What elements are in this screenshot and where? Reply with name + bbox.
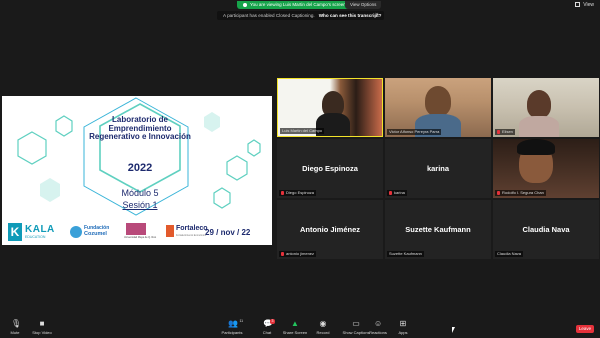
sharing-notice: You are viewing Luis Martin del Campo's …: [250, 2, 346, 7]
video-tile[interactable]: Suzette Kaufmann Suzette Kaufmann: [385, 200, 491, 259]
castle-icon: [126, 223, 146, 235]
closed-caption-banner: A participant has enabled Closed Caption…: [217, 11, 384, 20]
participant-name: Claudia Nava: [495, 251, 524, 257]
video-tile[interactable]: karina karina: [385, 139, 491, 198]
muted-mic-icon: [281, 251, 284, 256]
kala-name: KALA: [25, 224, 55, 235]
video-tile[interactable]: Claudia Nava Claudia Nava: [493, 200, 599, 259]
university-caption: Universidad Maya de Q. Roo: [124, 236, 157, 239]
participant-name: Rodolfo I. Segura Chan: [502, 190, 544, 195]
participant-name: Elisen: [502, 129, 513, 134]
slide-title: Laboratorio de Emprendimiento Regenerati…: [80, 115, 200, 142]
camera-icon: ■: [39, 319, 45, 328]
participant-name: Victor Alfonso Pereyra Parra: [387, 129, 442, 135]
zoom-meeting-window: You are viewing Luis Martin del Campo's …: [0, 0, 600, 338]
cc-message: A participant has enabled Closed Caption…: [223, 13, 315, 18]
leave-button[interactable]: Leave: [576, 325, 594, 333]
video-tile[interactable]: Luis Martin del Campo: [277, 78, 383, 137]
microphone-icon: 🎙: [11, 319, 22, 328]
slide-module: Módulo 5: [121, 188, 159, 198]
participant-name-label: Rodolfo I. Segura Chan: [495, 190, 546, 196]
participant-video: [425, 86, 451, 116]
participants-button[interactable]: 👥 Participants 11: [212, 319, 252, 335]
sharing-dot-icon: [243, 2, 247, 7]
close-icon[interactable]: ✕: [375, 11, 379, 20]
view-button[interactable]: View: [575, 2, 594, 8]
participant-name: karina: [394, 190, 405, 195]
cc-link[interactable]: Who can see this transcript?: [319, 13, 382, 18]
apps-icon: ⊞: [399, 319, 407, 328]
participant-video: [527, 90, 551, 118]
people-icon: 👥: [228, 319, 238, 328]
kala-education-logo: K KALA EDUCATION: [8, 223, 60, 243]
participant-hair: [517, 139, 555, 155]
record-icon: ◉: [319, 319, 327, 328]
video-tile[interactable]: Rodolfo I. Segura Chan: [493, 139, 599, 198]
muted-mic-icon: [497, 190, 500, 195]
video-tile[interactable]: Antonio Jiménez antonio jimenez: [277, 200, 383, 259]
record-label: Record: [316, 330, 330, 335]
video-tile[interactable]: Diego Espinoza Diego Espinoza: [277, 139, 383, 198]
apps-label: Apps: [398, 330, 408, 335]
fortaleco-mark-icon: [166, 225, 174, 237]
fortaleco-sub: Fortalecimiento Económico: [176, 234, 207, 237]
participant-body: [519, 116, 559, 137]
mute-label: Mute: [10, 330, 20, 335]
stop-video-label: Stop Video: [32, 330, 52, 335]
participant-name-label: karina: [387, 190, 407, 196]
fundacion-line2: Cozumel: [84, 231, 107, 237]
fundacion-cozumel-logo: Fundación Cozumel: [70, 224, 118, 240]
slide-year: 2022: [127, 162, 153, 174]
stop-video-button[interactable]: ■ Stop Video: [22, 319, 62, 336]
participant-name: Suzette Kaufmann: [387, 251, 424, 257]
meeting-toolbar: 🎙 Mute ■ Stop Video 👥 Participants 11 💬 Chat…: [0, 318, 600, 338]
view-label: View: [583, 2, 594, 8]
participant-name-label: Diego Espinoza: [279, 190, 317, 196]
participants-label: Participants: [221, 330, 243, 335]
kala-sub: EDUCATION: [25, 235, 46, 239]
slide-title-line3: Regenerativo e Innovación: [89, 132, 191, 141]
participant-name: antonio jimenez: [286, 251, 315, 256]
video-tile[interactable]: Elisen: [493, 78, 599, 137]
video-tile[interactable]: Victor Alfonso Pereyra Parra: [385, 78, 491, 137]
grid-icon: [575, 2, 581, 8]
participant-name: Luis Martin del Campo: [280, 128, 325, 134]
participant-name-label: antonio jimenez: [279, 251, 317, 257]
apps-button[interactable]: ⊞ Apps: [383, 319, 423, 336]
kala-letter: K: [8, 223, 22, 241]
smiley-icon: ☺: [374, 319, 383, 328]
muted-mic-icon: [389, 190, 392, 195]
participant-name-label: Elisen: [495, 129, 515, 135]
university-logo: Universidad Maya de Q. Roo: [124, 223, 157, 241]
slide-session: Sesión 1: [122, 200, 158, 210]
participant-name: Diego Espinoza: [286, 190, 315, 195]
fortaleco-name: Fortaleco: [176, 225, 208, 232]
fortaleco-logo: Fortaleco Fortalecimiento Económico: [166, 224, 208, 240]
view-options-menu[interactable]: View Options: [345, 1, 382, 9]
fundacion-emblem-icon: [70, 226, 82, 238]
muted-mic-icon: [497, 129, 500, 134]
slide-date: 29 / nov / 22: [205, 228, 251, 237]
share-screen-icon: ▲: [291, 319, 299, 328]
mouse-cursor-icon: [452, 327, 455, 333]
screen-share-indicator[interactable]: You are viewing Luis Martin del Campo's …: [237, 1, 352, 9]
participants-count: 11: [239, 319, 244, 323]
chat-label: Chat: [262, 330, 272, 335]
muted-mic-icon: [281, 190, 284, 195]
